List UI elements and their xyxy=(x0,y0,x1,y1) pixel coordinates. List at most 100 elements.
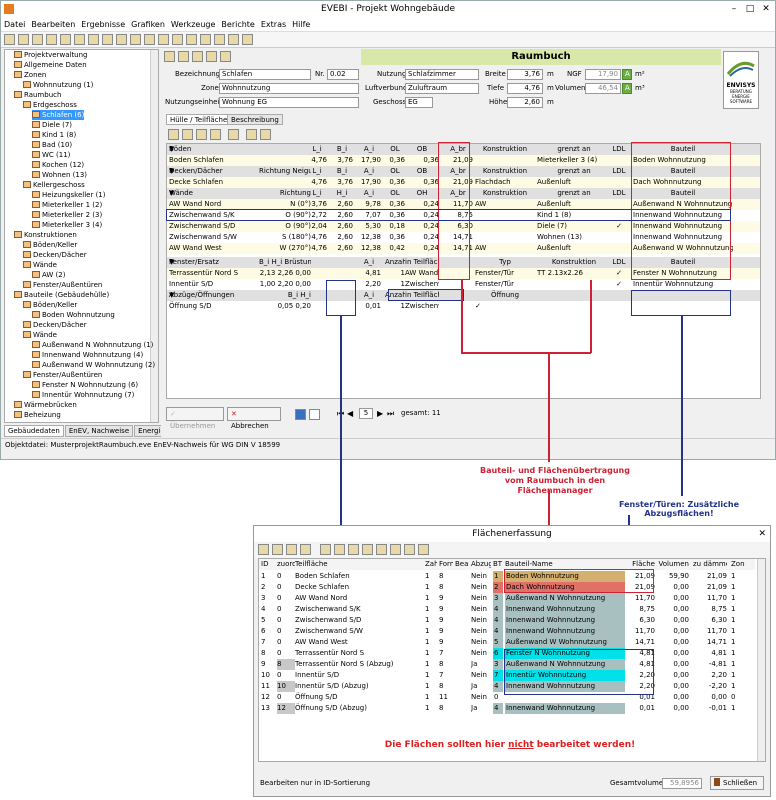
tree-item[interactable]: Fenster/Außentüren xyxy=(23,370,102,380)
toolbar-icon-5[interactable] xyxy=(60,34,71,45)
column-header[interactable]: Teilfläche xyxy=(295,559,423,570)
tree-item[interactable]: Allgemeine Daten xyxy=(14,60,87,70)
toolbar-icon-8[interactable] xyxy=(102,34,113,45)
view-icon-1[interactable] xyxy=(295,409,306,420)
flaechen-tool-icon-6[interactable] xyxy=(334,544,345,555)
tree-item[interactable]: Konstruktionen xyxy=(14,230,77,240)
tree-item[interactable]: Raumbuch xyxy=(14,90,61,100)
hoehe-input[interactable]: 2,60 xyxy=(507,97,543,108)
column-header[interactable]: zuord. xyxy=(277,559,295,570)
flaechen-tool-icon-8[interactable] xyxy=(362,544,373,555)
tree-item[interactable]: Boden Wohnnutzung xyxy=(32,310,115,320)
grid-tool-icon-5[interactable] xyxy=(228,129,239,140)
grid-tool-icon-6[interactable] xyxy=(246,129,257,140)
flaechen-scrollbar[interactable] xyxy=(757,559,765,761)
toolbar-icon-13[interactable] xyxy=(172,34,183,45)
tree-item[interactable]: Innenwand Wohnnutzung (4) xyxy=(32,350,143,360)
tree-item[interactable]: Fenster/Außentüren xyxy=(23,280,102,290)
toolbar-icon-3[interactable] xyxy=(32,34,43,45)
tree-item[interactable]: Wände xyxy=(23,260,57,270)
maximize-icon[interactable]: □ xyxy=(742,3,758,15)
column-header[interactable]: Zahl xyxy=(425,559,437,570)
tree-item[interactable]: Projektverwaltung xyxy=(14,50,88,60)
tree-item[interactable]: Beheizung xyxy=(14,410,61,420)
tool-icon-2[interactable] xyxy=(178,51,189,62)
menu-extras[interactable]: Extras xyxy=(258,18,289,32)
tree-item[interactable]: Fenster N Wohnnutzung (6) xyxy=(32,380,138,390)
flaechen-row[interactable]: 6 0 Zwischenwand S/W 1 9 Nein 4 Innenwand Wohnn… xyxy=(259,626,755,637)
column-header[interactable]: Bearb xyxy=(455,559,469,570)
toolbar-icon-2[interactable] xyxy=(18,34,29,45)
menu-grafiken[interactable]: Grafiken xyxy=(128,18,168,32)
abbrechen-button[interactable]: ✕ Abbrechen xyxy=(227,407,281,430)
column-header[interactable]: Volumen xyxy=(657,559,689,570)
tree-item[interactable]: Wände xyxy=(23,330,57,340)
toolbar-icon-6[interactable] xyxy=(74,34,85,45)
toolbar-icon-16[interactable] xyxy=(214,34,225,45)
grid-tool-icon-4[interactable] xyxy=(210,129,221,140)
column-header[interactable]: Form xyxy=(439,559,453,570)
tab-beschreibung[interactable]: Beschreibung xyxy=(227,114,283,125)
grid-tool-icon-7[interactable] xyxy=(260,129,271,140)
tree-item[interactable]: AW (2) xyxy=(32,270,65,280)
toolbar-icon-18[interactable] xyxy=(242,34,253,45)
flaechen-tool-icon-7[interactable] xyxy=(348,544,359,555)
menu-hilfe[interactable]: Hilfe xyxy=(289,18,313,32)
tree-item[interactable]: Böden/Keller xyxy=(23,300,77,310)
flaechen-tool-icon-12[interactable] xyxy=(418,544,429,555)
tree-item[interactable]: Wohnen (13) xyxy=(32,170,87,180)
flaechen-tool-icon-9[interactable] xyxy=(376,544,387,555)
menu-werkzeuge[interactable]: Werkzeuge xyxy=(168,18,218,32)
tab-huelle[interactable]: Hülle / Teilflächen xyxy=(166,114,236,125)
tool-icon-1[interactable] xyxy=(164,51,175,62)
toolbar-icon-10[interactable] xyxy=(130,34,141,45)
column-header[interactable]: ID xyxy=(261,559,271,570)
tree-item[interactable]: Wärmebrücken xyxy=(14,400,77,410)
volumen-a-button[interactable]: A xyxy=(622,83,632,94)
toolbar-icon-12[interactable] xyxy=(158,34,169,45)
tree-item[interactable]: Kind 1 (8) xyxy=(32,130,76,140)
tree-item[interactable]: Mieterkeller 1 (2) xyxy=(32,200,102,210)
flaechen-row[interactable]: 13 12 Öffnung S/D (Abzug) 1 8 Ja 4 Innenwand Wo… xyxy=(259,703,755,714)
toolbar-icon-15[interactable] xyxy=(200,34,211,45)
minimize-icon[interactable]: – xyxy=(726,3,742,15)
tree-item[interactable]: Mieterkeller 3 (4) xyxy=(32,220,102,230)
view-icon-2[interactable] xyxy=(309,409,320,420)
tab-enevnachweise[interactable]: EnEV, Nachweise xyxy=(64,425,134,437)
tree-item[interactable]: Erdgeschoss xyxy=(23,100,77,110)
pager-next-icon[interactable]: ▶ xyxy=(377,408,383,420)
tree-item[interactable]: Wohnnutzung (1) xyxy=(23,80,93,90)
tree-item[interactable]: WC (11) xyxy=(32,150,70,160)
zone-select[interactable]: Wohnnutzung xyxy=(219,83,359,94)
project-tree[interactable]: Projektverwaltung Allgemeine Daten Zonen Wo… xyxy=(4,49,159,423)
tiefe-input[interactable]: 4,76 xyxy=(507,83,543,94)
flaechen-row[interactable]: 4 0 Zwischenwand S/K 1 9 Nein 4 Innenwand Wohnn… xyxy=(259,604,755,615)
close-icon[interactable]: ✕ xyxy=(758,3,774,15)
flaechen-tool-icon-2[interactable] xyxy=(272,544,283,555)
tree-item[interactable]: Heizungskeller (1) xyxy=(32,190,105,200)
nutzungseinheit-select[interactable]: Wohnung EG xyxy=(219,97,359,108)
uebernehmen-button[interactable]: ✓ Übernehmen xyxy=(166,407,224,430)
tool-icon-4[interactable] xyxy=(206,51,217,62)
flaechen-tool-icon-1[interactable] xyxy=(258,544,269,555)
tree-item[interactable]: Kochen (12) xyxy=(32,160,84,170)
luftverbund-select[interactable]: Zuluftraum xyxy=(405,83,479,94)
tool-icon-5[interactable] xyxy=(220,51,231,62)
flaechen-row[interactable]: 3 0 AW Wand Nord 1 9 Nein 3 Außenwand N Wohnnut… xyxy=(259,593,755,604)
nr-input[interactable]: 0.02 xyxy=(327,69,359,80)
tree-item[interactable]: Bad (10) xyxy=(32,140,72,150)
tree-item[interactable]: Außenwand W Wohnnutzung (2) xyxy=(32,360,155,370)
ngf-a-button[interactable]: A xyxy=(622,69,632,80)
tree-item[interactable]: Außenwand N Wohnnutzung (1) xyxy=(32,340,153,350)
flaechen-row[interactable]: 5 0 Zwischenwand S/D 1 9 Nein 4 Innenwand Wohnn… xyxy=(259,615,755,626)
tab-gebudedaten[interactable]: Gebäudedaten xyxy=(4,425,64,437)
pager-prev-icon[interactable]: ◀ xyxy=(347,408,353,420)
menu-bearbeiten[interactable]: Bearbeiten xyxy=(28,18,78,32)
toolbar-icon-11[interactable] xyxy=(144,34,155,45)
tree-item[interactable]: Schlafen (6) xyxy=(32,110,85,120)
tree-item[interactable]: Decken/Dächer xyxy=(23,320,87,330)
tree-item[interactable]: Kellergeschoss xyxy=(23,180,85,190)
grid-tool-icon-3[interactable] xyxy=(196,129,207,140)
toolbar-icon-9[interactable] xyxy=(116,34,127,45)
grid-tool-icon-1[interactable] xyxy=(168,129,179,140)
